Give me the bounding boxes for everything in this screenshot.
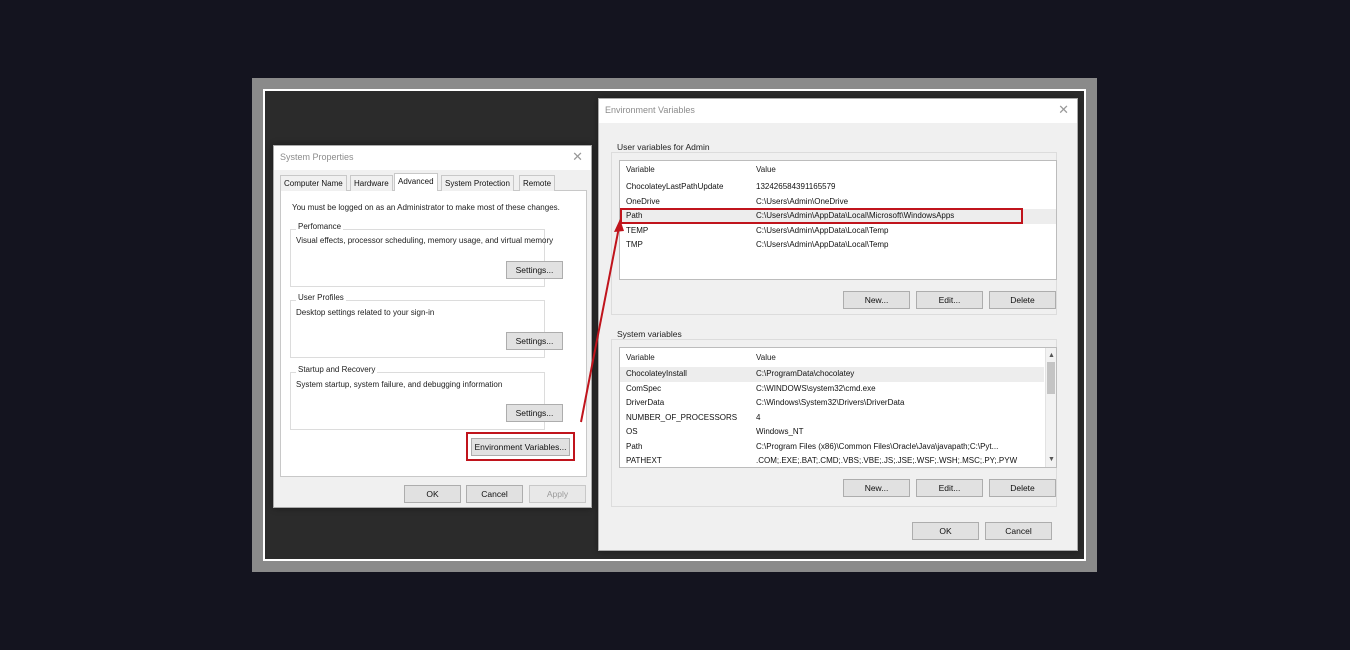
annotation-arrow xyxy=(580,219,624,423)
arrow-head xyxy=(614,219,624,232)
arrow-line xyxy=(580,221,621,423)
